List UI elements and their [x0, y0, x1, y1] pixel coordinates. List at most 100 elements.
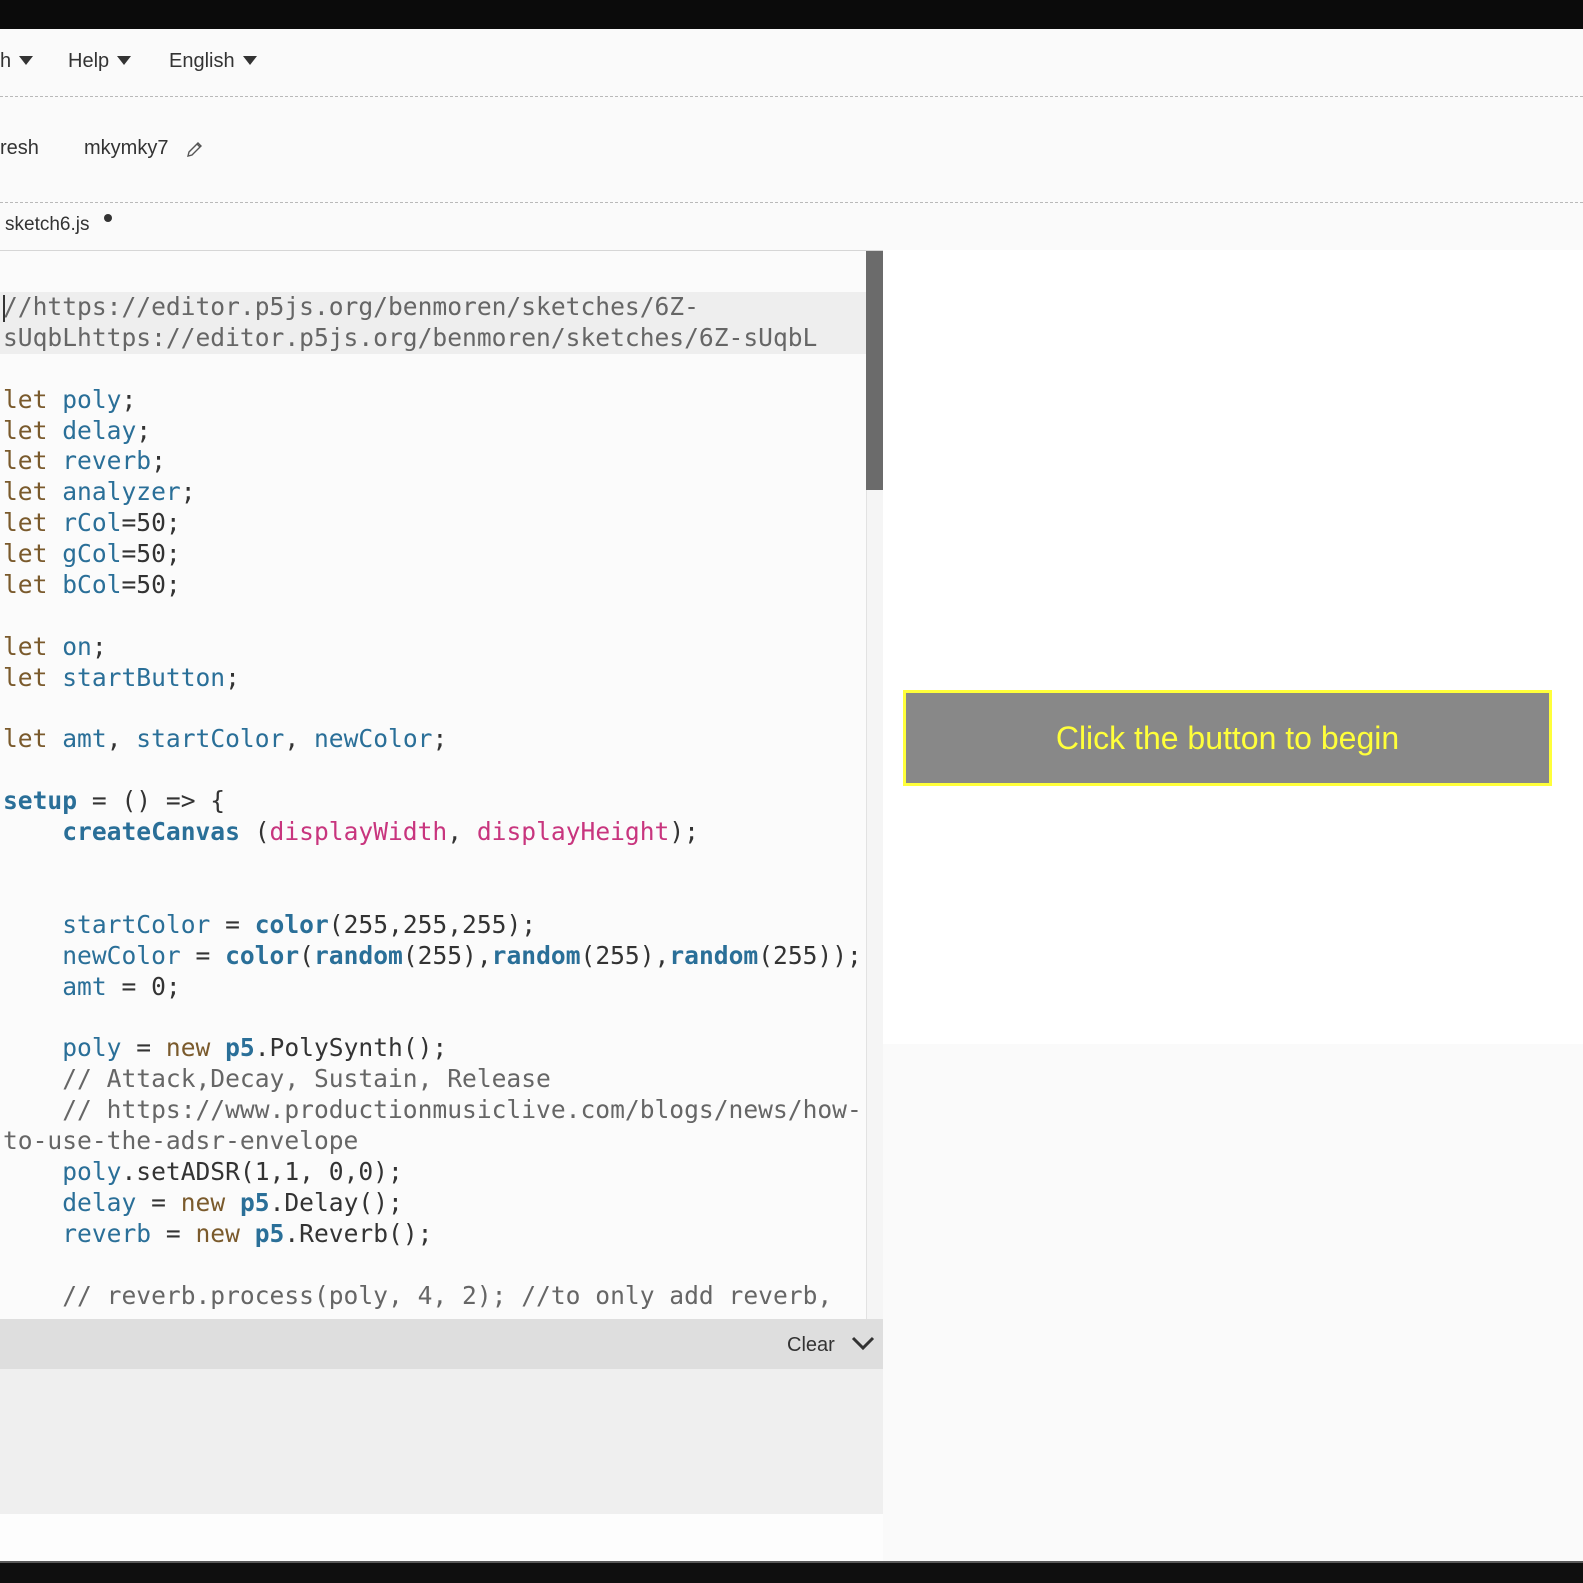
code-line[interactable]: let startButton;: [3, 663, 863, 694]
pencil-icon[interactable]: [186, 140, 204, 158]
sketch-name[interactable]: mkymky7: [84, 137, 168, 160]
nav-menu-sketch[interactable]: h: [0, 50, 34, 73]
code-line[interactable]: let reverb;: [3, 446, 863, 477]
code-line[interactable]: [3, 1250, 863, 1281]
code-token: (: [299, 940, 314, 970]
code-line[interactable]: let on;: [3, 632, 863, 663]
code-token: // https://www.productionmusiclive.com/b…: [62, 1095, 862, 1125]
code-line[interactable]: sUqbLhttps://editor.p5js.org/benmoren/sk…: [0, 322, 866, 354]
code-token: poly: [62, 1156, 122, 1186]
code-line[interactable]: to-use-the-adsr-envelope: [3, 1126, 863, 1157]
code-line[interactable]: [3, 354, 863, 385]
code-token: analyzer: [62, 477, 181, 507]
code-token: newColor: [62, 940, 181, 970]
code-line[interactable]: [3, 1002, 863, 1033]
code-line[interactable]: [3, 848, 863, 879]
code-token: .setADSR(1,1, 0,0);: [121, 1156, 403, 1186]
auto-refresh-label[interactable]: resh: [0, 137, 39, 160]
code-line[interactable]: [3, 879, 863, 910]
preview-pane: Click the button to begin: [883, 250, 1583, 1561]
code-token: ;: [121, 384, 137, 414]
code-token: let: [3, 662, 63, 692]
code-token: color: [225, 940, 300, 970]
code-line[interactable]: poly.setADSR(1,1, 0,0);: [3, 1157, 863, 1188]
code-token: // reverb.process(poly, 4, 2); //to only…: [62, 1280, 833, 1310]
code-line[interactable]: amt = 0;: [3, 972, 863, 1003]
code-token: =50;: [121, 539, 181, 569]
code-token: reverb: [62, 446, 152, 476]
code-token: ,: [284, 724, 314, 754]
code-line[interactable]: startColor = color(255,255,255);: [3, 910, 863, 941]
nav-menu-language[interactable]: English: [169, 50, 257, 73]
code-token: p5: [239, 1187, 270, 1217]
code-line[interactable]: delay = new p5.Delay();: [3, 1188, 863, 1219]
code-token: startButton: [62, 662, 226, 692]
begin-button[interactable]: Click the button to begin: [903, 690, 1552, 786]
code-token: setup: [3, 786, 78, 816]
code-token: startColor: [62, 909, 211, 939]
code-token: createCanvas: [62, 817, 240, 847]
console-clear-button[interactable]: Clear: [787, 1334, 835, 1357]
code-token: bCol: [62, 570, 122, 600]
code-line[interactable]: let rCol=50;: [3, 508, 863, 539]
code-token: poly: [62, 384, 122, 414]
code-editor[interactable]: //https://editor.p5js.org/benmoren/sketc…: [0, 250, 883, 1319]
code-line[interactable]: poly = new p5.PolySynth();: [3, 1033, 863, 1064]
code-line[interactable]: // Attack,Decay, Sustain, Release: [3, 1064, 863, 1095]
code-line[interactable]: [3, 694, 863, 725]
code-token: displayHeight: [476, 817, 670, 847]
code-line[interactable]: // reverb.process(poly, 4, 2); //to only…: [3, 1281, 863, 1312]
text-cursor: [3, 295, 5, 322]
nav-menu-help[interactable]: Help: [68, 50, 132, 73]
editor-scrollbar-thumb[interactable]: [866, 251, 883, 490]
code-token: delay: [62, 1187, 137, 1217]
code-line[interactable]: createCanvas (displayWidth, displayHeigh…: [3, 817, 863, 848]
code-line[interactable]: let bCol=50;: [3, 570, 863, 601]
code-token: = 0;: [106, 971, 181, 1001]
code-line[interactable]: let poly;: [3, 385, 863, 416]
code-token: let: [3, 415, 63, 445]
code-token: );: [669, 817, 699, 847]
code-line[interactable]: [3, 755, 863, 786]
code-token: reverb: [62, 1218, 152, 1248]
code-token: poly: [62, 1033, 122, 1063]
unsaved-indicator: [104, 214, 112, 222]
dropdown-arrow-icon: [117, 56, 132, 65]
code-line[interactable]: setup = () => {: [3, 786, 863, 817]
nav-bar: h Help English: [0, 29, 1583, 97]
code-token: let: [3, 570, 63, 600]
code-line[interactable]: let amt, startColor, newColor;: [3, 724, 863, 755]
file-tab-sketch[interactable]: sketch6.js: [5, 214, 89, 236]
code-line[interactable]: // https://www.productionmusiclive.com/b…: [3, 1095, 863, 1126]
code-line[interactable]: let delay;: [3, 416, 863, 447]
sketch-canvas[interactable]: Click the button to begin: [883, 250, 1583, 1044]
code-token: rCol: [62, 508, 122, 538]
code-line[interactable]: //https://editor.p5js.org/benmoren/sketc…: [0, 292, 866, 323]
code-token: (255,255,255);: [328, 909, 537, 939]
code-token: (255));: [758, 940, 862, 970]
code-token: =50;: [121, 508, 181, 538]
file-tab-row: sketch6.js: [0, 203, 1583, 250]
code-token: =: [121, 1033, 166, 1063]
code-content[interactable]: //https://editor.p5js.org/benmoren/sketc…: [0, 292, 866, 1312]
code-line[interactable]: reverb = new p5.Reverb();: [3, 1219, 863, 1250]
code-token: displayWidth: [269, 817, 448, 847]
code-token: ;: [225, 662, 240, 692]
code-line[interactable]: newColor = color(random(255),random(255)…: [3, 941, 863, 972]
code-token: ,: [106, 724, 137, 754]
code-line[interactable]: let gCol=50;: [3, 539, 863, 570]
code-token: color: [254, 909, 329, 939]
code-token: gCol: [62, 539, 122, 569]
chevron-down-icon[interactable]: [850, 1333, 876, 1353]
dropdown-arrow-icon: [242, 56, 257, 65]
code-token: let: [3, 508, 63, 538]
code-line[interactable]: let analyzer;: [3, 477, 863, 508]
console-header: Clear: [0, 1319, 883, 1369]
window-bottom-bar: [0, 1563, 1583, 1583]
code-line[interactable]: [3, 601, 863, 632]
